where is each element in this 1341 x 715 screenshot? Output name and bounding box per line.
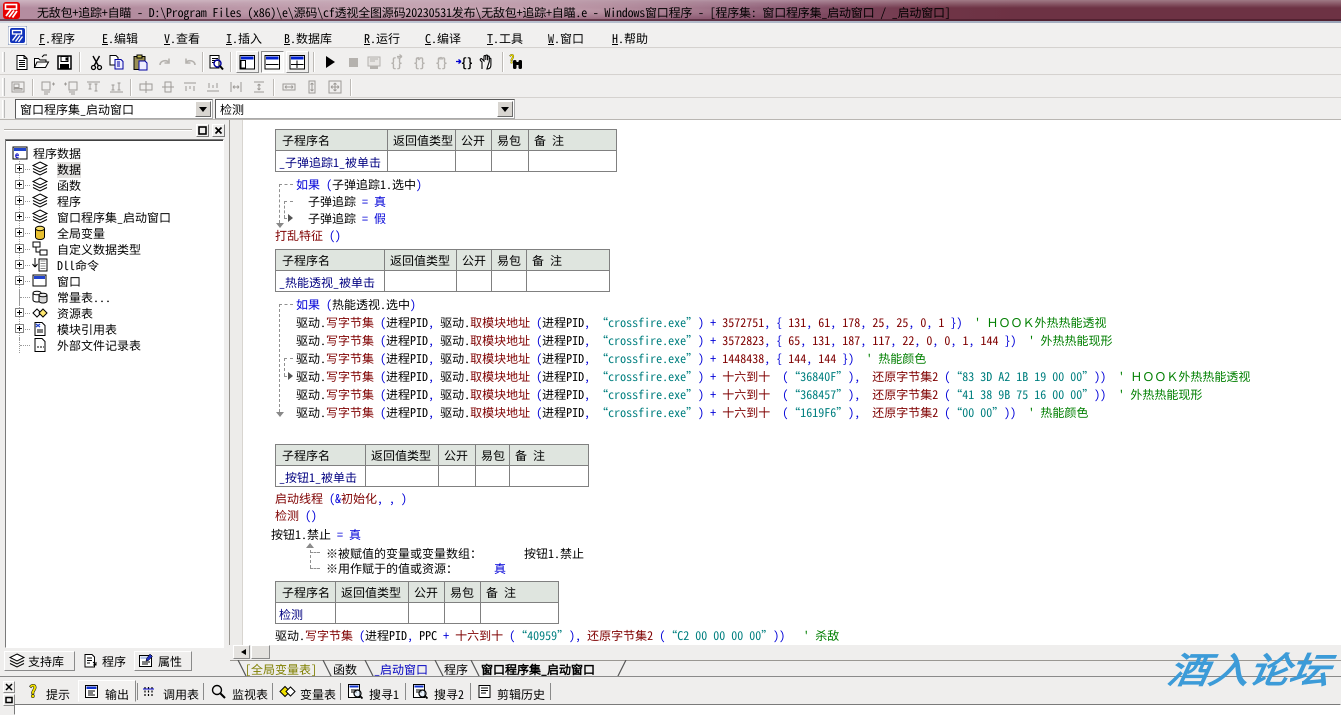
svg-text:{}: {} [414, 54, 426, 71]
svg-text:{}: {} [436, 54, 448, 71]
svg-text:?: ? [29, 683, 37, 700]
svg-text:{}: {} [461, 54, 472, 71]
